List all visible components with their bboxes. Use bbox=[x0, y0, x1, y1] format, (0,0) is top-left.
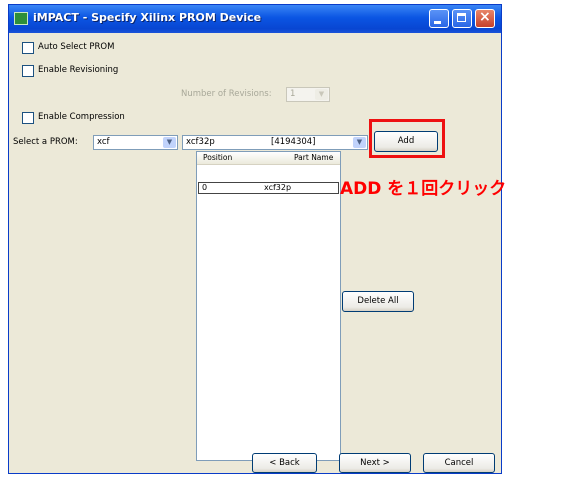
column-position-header: Position bbox=[203, 153, 233, 162]
row-position: 0 bbox=[202, 183, 208, 192]
minimize-button[interactable] bbox=[429, 9, 449, 28]
prom-list[interactable]: Position Part Name 0 xcf32p bbox=[196, 151, 341, 461]
number-of-revisions-select[interactable]: 1 ▼ bbox=[286, 87, 330, 102]
enable-compression-label: Enable Compression bbox=[38, 112, 125, 122]
column-part-name-header: Part Name bbox=[294, 153, 334, 162]
prom-family-value: xcf bbox=[97, 137, 110, 147]
impact-app-icon bbox=[14, 12, 28, 25]
title-bar[interactable]: iMPACT - Specify Xilinx PROM Device × bbox=[9, 5, 501, 33]
chevron-down-icon: ▼ bbox=[163, 137, 176, 148]
prom-device-value: xcf32p bbox=[186, 137, 215, 147]
close-icon: × bbox=[479, 9, 491, 25]
maximize-button[interactable] bbox=[452, 9, 472, 28]
minimize-icon bbox=[434, 21, 441, 24]
back-button[interactable]: < Back bbox=[252, 453, 317, 473]
number-of-revisions-label: Number of Revisions: bbox=[181, 89, 272, 99]
chevron-down-icon: ▼ bbox=[315, 89, 328, 100]
prom-device-select[interactable]: xcf32p [4194304] ▼ bbox=[182, 135, 368, 150]
maximize-icon bbox=[457, 13, 466, 22]
table-row[interactable]: 0 xcf32p bbox=[198, 182, 339, 194]
instruction-annotation: ADD を１回クリック bbox=[340, 179, 507, 199]
cancel-button[interactable]: Cancel bbox=[423, 453, 495, 473]
delete-all-button[interactable]: Delete All bbox=[342, 291, 414, 312]
auto-select-prom-checkbox[interactable] bbox=[22, 42, 34, 54]
prom-size-value: [4194304] bbox=[271, 137, 316, 147]
next-button[interactable]: Next > bbox=[339, 453, 411, 473]
prom-list-header: Position Part Name bbox=[197, 152, 340, 165]
row-part-name: xcf32p bbox=[264, 183, 292, 192]
window-title: iMPACT - Specify Xilinx PROM Device bbox=[33, 11, 262, 24]
select-prom-label: Select a PROM: bbox=[13, 137, 78, 147]
add-button-highlight bbox=[369, 119, 445, 158]
auto-select-prom-label: Auto Select PROM bbox=[38, 42, 115, 52]
close-button[interactable]: × bbox=[475, 9, 495, 28]
enable-revisioning-label: Enable Revisioning bbox=[38, 65, 119, 75]
prom-family-select[interactable]: xcf ▼ bbox=[93, 135, 178, 150]
enable-compression-checkbox[interactable] bbox=[22, 112, 34, 124]
chevron-down-icon: ▼ bbox=[353, 137, 366, 148]
number-of-revisions-value: 1 bbox=[290, 89, 296, 99]
specify-prom-dialog: iMPACT - Specify Xilinx PROM Device × Au… bbox=[8, 4, 502, 474]
enable-revisioning-checkbox[interactable] bbox=[22, 65, 34, 77]
